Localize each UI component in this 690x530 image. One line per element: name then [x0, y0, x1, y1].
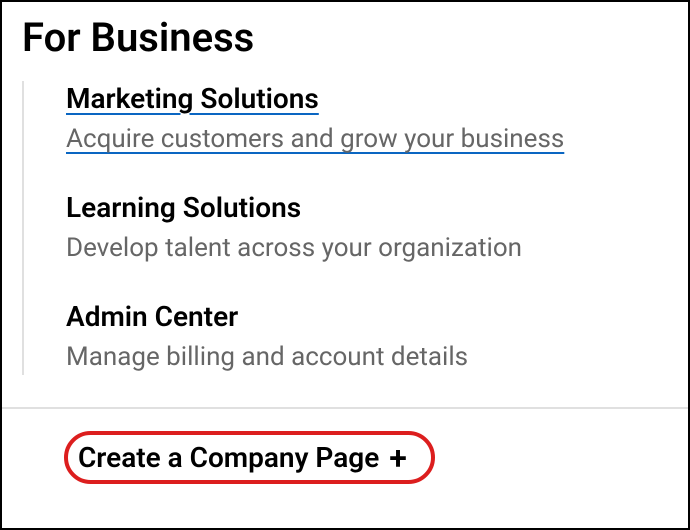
menu-item-marketing-solutions[interactable]: Marketing Solutions Acquire customers an… [66, 81, 688, 158]
menu-item-subtitle: Develop talent across your organization [66, 230, 688, 266]
menu-item-subtitle: Manage billing and account details [66, 339, 688, 375]
menu-item-admin-center[interactable]: Admin Center Manage billing and account … [66, 299, 688, 376]
create-company-page-button[interactable]: Create a Company Page + [64, 431, 435, 484]
plus-icon: + [389, 442, 407, 474]
menu-item-title: Learning Solutions [66, 190, 688, 226]
menu-item-subtitle: Acquire customers and grow your business [66, 121, 688, 157]
section-title: For Business [2, 2, 688, 81]
menu-item-learning-solutions[interactable]: Learning Solutions Develop talent across… [66, 190, 688, 267]
create-button-label: Create a Company Page [78, 441, 379, 474]
menu-item-title: Marketing Solutions [66, 81, 688, 117]
business-menu-list: Marketing Solutions Acquire customers an… [22, 81, 688, 375]
menu-item-title: Admin Center [66, 299, 688, 335]
footer-section: Create a Company Page + [2, 407, 688, 484]
